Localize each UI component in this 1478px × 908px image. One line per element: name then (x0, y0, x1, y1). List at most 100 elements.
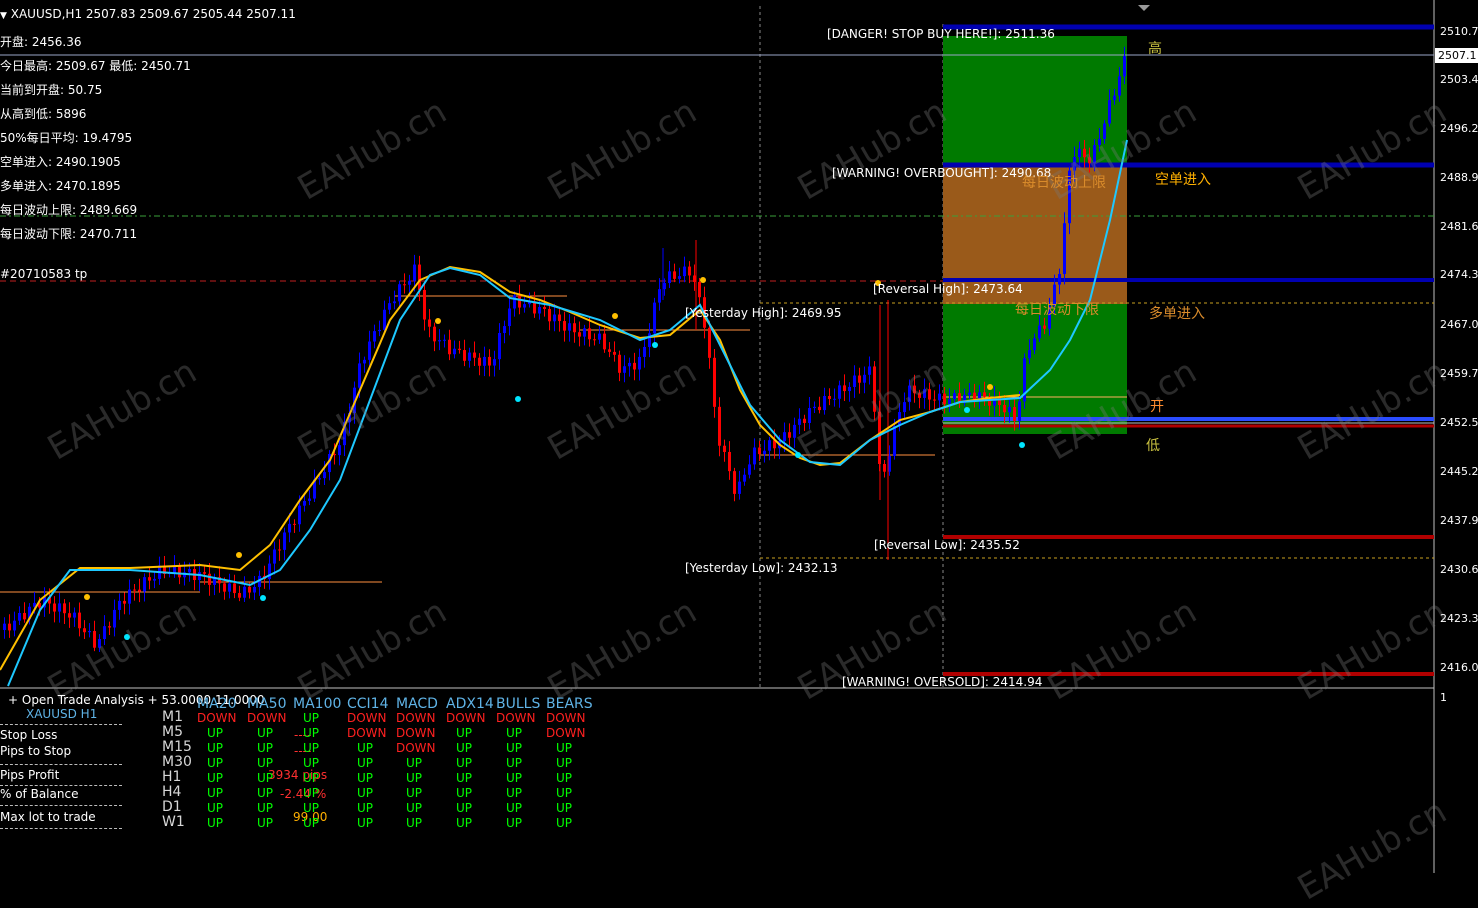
candle-body (293, 523, 296, 525)
candle-body (88, 631, 91, 633)
info-line-sell-entry: 空单进入: 2490.1905 (0, 155, 121, 169)
candle-body (883, 463, 886, 472)
candle-body (768, 440, 771, 451)
trade-panel-symbol: XAUUSD H1 (26, 707, 98, 721)
candle-body (1003, 405, 1006, 413)
indicator-cell: DOWN (496, 711, 536, 725)
candle-body (128, 589, 131, 604)
candle-body (18, 612, 21, 621)
candle-body (178, 566, 181, 578)
indicator-cell: UP (207, 756, 224, 770)
candle-body (83, 628, 86, 633)
indicator-cell: UP (506, 771, 523, 785)
price-tick: 2445.2 (1440, 465, 1478, 478)
candle-body (833, 398, 836, 400)
candle-body (388, 303, 391, 310)
indicator-cell: UP (257, 801, 274, 815)
candle-body (323, 472, 326, 479)
candle-body (1058, 273, 1061, 285)
candle-body (748, 464, 751, 475)
indicator-header: MA100 (293, 696, 342, 712)
pips-profit-label: Pips Profit (0, 768, 60, 782)
candle-body (653, 302, 656, 334)
candle-body (733, 471, 736, 494)
danger-label: [DANGER! STOP BUY HERE!]: 2511.36 (827, 27, 1055, 41)
indicator-header: BULLS (496, 696, 541, 712)
order-label[interactable]: #20710583 tp (0, 267, 87, 281)
candle-body (573, 323, 576, 333)
candle-body (498, 333, 501, 360)
info-line-buy-entry: 多单进入: 2470.1895 (0, 179, 121, 193)
candle-body (563, 321, 566, 331)
info-line-daily-lower: 每日波动下限: 2470.711 (0, 227, 138, 241)
candle-body (713, 357, 716, 407)
candle-body (578, 332, 581, 337)
candle-body (818, 406, 821, 411)
candle-body (378, 329, 381, 332)
price-tick: 2510.7 (1440, 25, 1478, 38)
candle-body (763, 450, 766, 455)
indicator-cell: UP (506, 726, 523, 740)
candle-body (493, 359, 496, 366)
candle-body (548, 308, 551, 322)
candle-body (968, 392, 971, 395)
candle-body (853, 375, 856, 387)
price-tick: 2467.0 (1440, 318, 1478, 331)
candle-body (318, 478, 321, 480)
indicator-cell: UP (257, 726, 274, 740)
indicator-cell: UP (303, 741, 320, 755)
candle-body (1118, 76, 1121, 96)
candle-body (1038, 325, 1041, 339)
sell-entry-label: 空单进入 (1155, 172, 1211, 188)
indicator-cell: UP (456, 756, 473, 770)
candle-body (868, 366, 871, 375)
candle-body (948, 399, 951, 405)
price-tick: 2488.9 (1440, 171, 1478, 184)
divider (0, 724, 122, 725)
candle-body (523, 304, 526, 308)
candle-body (1108, 100, 1111, 124)
candle-body (123, 600, 126, 604)
candle-body (308, 498, 311, 501)
indicator-cell: UP (207, 801, 224, 815)
candle-body (998, 396, 1001, 406)
indicator-cell: UP (406, 801, 423, 815)
price-tick: 2416.0 (1440, 661, 1478, 674)
candle-body (933, 399, 936, 401)
candle-body (278, 549, 281, 551)
candle-body (8, 623, 11, 631)
candle-body (728, 451, 731, 472)
indicator-cell: UP (556, 786, 573, 800)
indicator-cell: DOWN (396, 741, 436, 755)
daily-lower-zone-label: 每日波动下限 (1015, 302, 1099, 318)
indicator-cell: UP (303, 786, 320, 800)
candle-body (58, 603, 61, 612)
indicator-cell: UP (207, 816, 224, 830)
candle-body (823, 396, 826, 411)
candle-body (953, 393, 956, 400)
indicator-cell: DOWN (546, 726, 586, 740)
timeframe-label: M30 (162, 754, 192, 770)
price-tick: 2474.3 (1440, 268, 1478, 281)
dropdown-triangle-icon[interactable]: ▼ (0, 11, 7, 21)
candle-body (1113, 95, 1116, 101)
indicator-cell: UP (406, 771, 423, 785)
candle-body (1043, 325, 1046, 329)
candle-body (843, 385, 846, 392)
indicator-cell: UP (556, 771, 573, 785)
candle-body (1033, 338, 1036, 351)
candle-body (543, 307, 546, 309)
timeframe-label: M5 (162, 724, 183, 740)
indicator-cell: UP (303, 801, 320, 815)
candle-body (598, 333, 601, 340)
candle-body (1028, 350, 1031, 359)
indicator-cell: DOWN (446, 711, 486, 725)
timeframe-label: D1 (162, 799, 182, 815)
candle-body (518, 295, 521, 308)
open-label: 开 (1150, 399, 1164, 415)
candle-body (233, 583, 236, 594)
candle-body (383, 309, 386, 330)
pips-to-stop-label: Pips to Stop (0, 744, 72, 758)
candle-body (63, 603, 66, 614)
candle-body (468, 352, 471, 361)
